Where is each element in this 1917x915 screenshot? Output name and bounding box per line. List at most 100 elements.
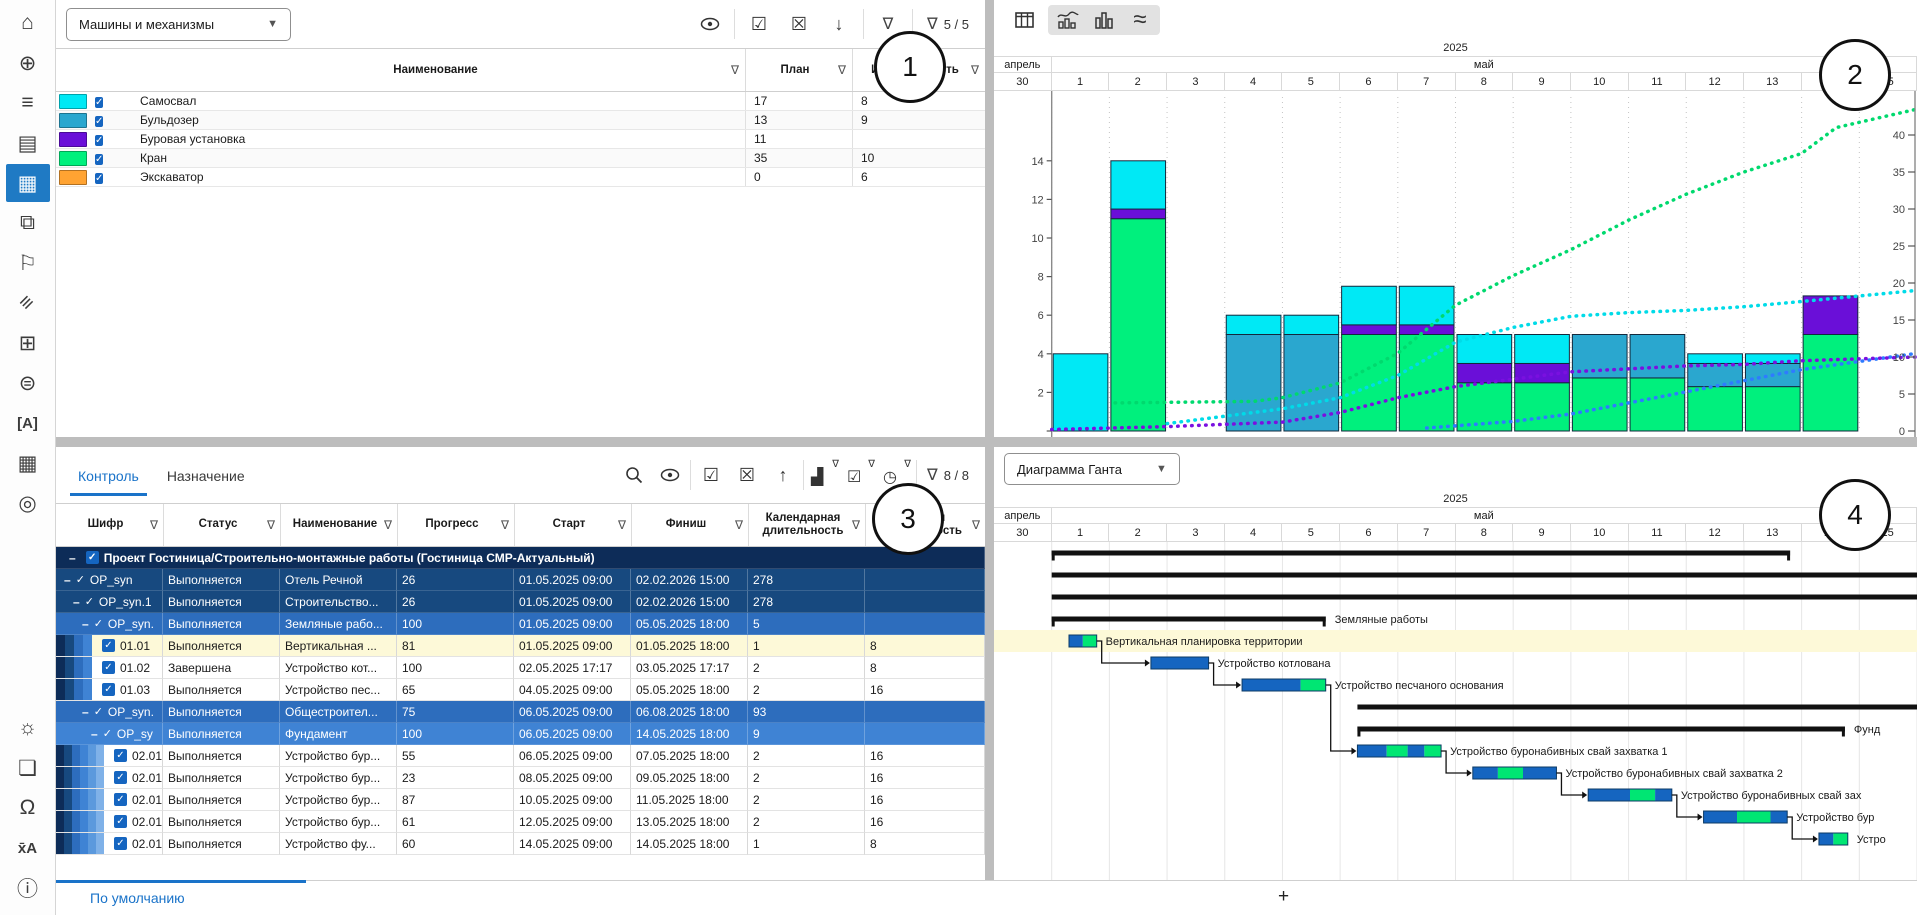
sidebar-item-comment-icon[interactable]: ❏ [6,749,50,787]
collapse-toggle[interactable]: – [64,573,71,587]
histogram-view-icon[interactable] [1050,5,1086,35]
column-header-5[interactable]: Финиш∇ [631,504,748,546]
task-row[interactable]: –✓Проект Гостиница/Строительно-монтажные… [56,547,985,569]
filter-icon[interactable]: ∇ [384,518,392,532]
filter-icon[interactable]: ∇ [852,518,860,532]
row-checkbox[interactable]: ✓ [102,683,115,696]
task-row[interactable]: ✓02.01.0ВыполняетсяУстройство бур...8710… [56,789,985,811]
row-check[interactable]: ✓ [103,727,112,740]
arrow-up-button[interactable]: ↑ [767,459,799,491]
histogram-filter-button[interactable]: ▟∇ [808,459,840,491]
column-header-1[interactable]: Статус∇ [163,504,280,546]
row-checkbox[interactable]: ✓ [114,793,127,806]
task-row[interactable]: –✓OP_syn.ВыполняетсяЗемляные рабо...1000… [56,613,985,635]
resource-row[interactable]: ✓Экскаватор06 [56,168,985,187]
collapse-toggle[interactable]: – [69,551,76,565]
task-row[interactable]: ✓02.01.0ВыполняетсяУстройство бур...6112… [56,811,985,833]
row-checkbox[interactable]: ✓ [95,135,103,146]
task-row[interactable]: ✓01.03ВыполняетсяУстройство пес...6504.0… [56,679,985,701]
filter-icon[interactable]: ∇ [501,518,509,532]
sidebar-item-info-icon[interactable]: ⓘ [6,869,50,907]
filter-icon[interactable]: ∇ [150,518,158,532]
row-checkbox[interactable]: ✓ [114,771,127,784]
task-row[interactable]: ✓02.01.0ВыполняетсяУстройство фу...6014.… [56,833,985,855]
gantt-view-dropdown[interactable]: Диаграмма Ганта ▼ [1004,453,1180,485]
row-check[interactable]: ✓ [76,573,85,586]
visibility-button[interactable] [654,459,686,491]
horizontal-splitter[interactable] [56,437,1917,447]
collapse-toggle[interactable]: – [91,727,98,741]
filter-icon[interactable]: ∇ [971,63,979,77]
sidebar-item-home-icon[interactable]: ⌂ [6,4,50,42]
curves-view-icon[interactable]: ≈ [1122,5,1158,35]
row-checkbox[interactable]: ✓ [114,815,127,828]
tab-assignment[interactable]: Назначение [155,454,257,496]
uncheck-all-button[interactable]: ☒ [783,8,815,40]
column-header-3[interactable]: Прогресс∇ [397,504,514,546]
collapse-toggle[interactable]: – [82,617,89,631]
column-header-2[interactable]: Наименование∇ [280,504,397,546]
row-checkbox[interactable]: ✓ [95,173,103,184]
filter-icon[interactable]: ∇ [735,518,743,532]
arrow-down-button[interactable]: ↓ [823,8,855,40]
task-row[interactable]: ✓02.01.0ВыполняетсяУстройство бур...5506… [56,745,985,767]
task-row[interactable]: ✓02.01.0ВыполняетсяУстройство бур...2308… [56,767,985,789]
filter-count[interactable]: ∇ 5 / 5 [921,14,975,34]
sidebar-item-globe-icon[interactable]: ⊕ [6,44,50,82]
column-header-4[interactable]: Старт∇ [514,504,631,546]
visibility-icon[interactable] [694,8,726,40]
task-row[interactable]: –✓OP_syn.ВыполняетсяОбщестроител...7506.… [56,701,985,723]
uncheck-all-button[interactable]: ☒ [731,459,763,491]
resource-row[interactable]: ✓Буровая установка11 [56,130,985,149]
column-header-name[interactable]: Наименование∇ [134,49,745,91]
row-checkbox[interactable]: ✓ [86,551,99,564]
bar-chart-view-icon[interactable] [1086,5,1122,35]
sidebar-item-histogram-icon[interactable]: ▦ [6,164,50,202]
row-checkbox[interactable]: ✓ [114,749,127,762]
collapse-toggle[interactable]: – [73,595,80,609]
sidebar-item-grid-icon[interactable]: ⊞ [6,324,50,362]
row-checkbox[interactable]: ✓ [114,837,127,850]
resource-row[interactable]: ✓Бульдозер139 [56,111,985,130]
filter-icon[interactable]: ∇ [267,518,275,532]
row-check[interactable]: ✓ [85,595,94,608]
check-all-button[interactable]: ☑ [743,8,775,40]
search-button[interactable] [618,459,650,491]
sidebar-item-translate-icon[interactable]: x̄A [6,829,50,867]
row-checkbox[interactable]: ✓ [95,97,103,108]
task-row[interactable]: ✓01.01ВыполняетсяВертикальная ...8101.05… [56,635,985,657]
row-checkbox[interactable]: ✓ [95,154,103,165]
tab-control[interactable]: Контроль [66,454,151,496]
gantt-chart[interactable]: Земляные работыВертикальная планировка т… [994,542,1917,880]
sidebar-item-levels-icon[interactable]: ≡ [6,84,50,122]
filter-icon[interactable]: ∇ [972,518,980,532]
filter-icon[interactable]: ∇ [731,63,739,77]
column-header-plan[interactable]: План∇ [745,49,852,91]
task-row[interactable]: –✓OP_syВыполняетсяФундамент10006.05.2025… [56,723,985,745]
task-row[interactable]: –✓OP_synВыполняетсяОтель Речной2601.05.2… [56,569,985,591]
sidebar-item-bell-icon[interactable]: Ω [6,789,50,827]
task-row[interactable]: –✓OP_syn.1ВыполняетсяСтроительство...260… [56,591,985,613]
sidebar-item-card-icon[interactable]: ▤ [6,124,50,162]
add-view-button[interactable]: + [1278,886,1289,908]
sidebar-item-calendar-icon[interactable]: ▦ [6,444,50,482]
sidebar-item-eye-icon[interactable]: ◎ [6,484,50,522]
row-check[interactable]: ✓ [94,617,103,630]
resource-row[interactable]: ✓Кран3510 [56,149,985,168]
resource-histogram-chart[interactable]: 24681012140510152025303540 [994,91,1917,437]
check-all-button[interactable]: ☑ [695,459,727,491]
column-header-0[interactable]: Шифр∇ [56,504,163,546]
task-row[interactable]: ✓01.02ЗавершенаУстройство кот...10002.05… [56,657,985,679]
row-check[interactable]: ✓ [94,705,103,718]
resource-row[interactable]: ✓Самосвал178 [56,92,985,111]
sidebar-item-copy-icon[interactable]: ⧉ [6,204,50,242]
filter-icon[interactable]: ∇ [618,518,626,532]
resource-type-dropdown[interactable]: Машины и механизмы ▼ [66,8,291,41]
collapse-toggle[interactable]: – [82,705,89,719]
filter-count[interactable]: ∇ 8 / 8 [921,465,975,485]
row-checkbox[interactable]: ✓ [102,639,115,652]
filter-icon[interactable]: ∇ [838,63,846,77]
sidebar-item-database-icon[interactable]: ⊜ [6,364,50,402]
check-filter-button[interactable]: ☑∇ [844,459,876,491]
sidebar-item-brightness-icon[interactable]: ☼ [6,709,50,747]
